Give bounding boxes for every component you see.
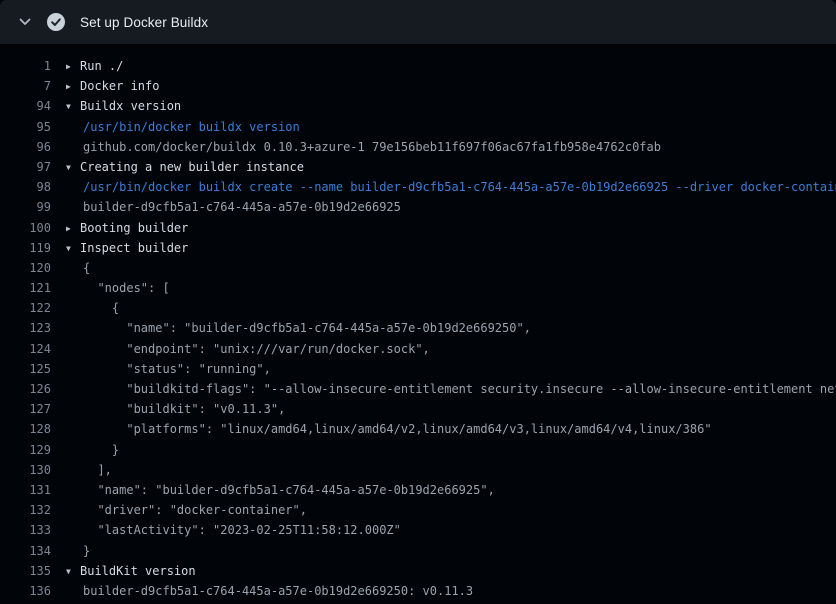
line-number[interactable]: 119: [0, 238, 51, 258]
log-text: github.com/docker/buildx 0.10.3+azure-1 …: [66, 137, 661, 157]
group-collapsed-icon[interactable]: ▶: [66, 77, 80, 97]
group-collapsed-icon[interactable]: ▶: [66, 219, 80, 239]
log-text: {: [66, 258, 90, 278]
log-line: 130 ],: [0, 460, 836, 480]
line-number[interactable]: 100: [0, 218, 51, 238]
line-number[interactable]: 98: [0, 177, 51, 197]
log-line: 99 builder-d9cfb5a1-c764-445a-a57e-0b19d2…: [0, 197, 836, 217]
log-text: "driver": "docker-container",: [66, 500, 307, 520]
group-expanded-icon[interactable]: ▼: [66, 562, 80, 582]
line-number[interactable]: 134: [0, 541, 51, 561]
line-number[interactable]: 123: [0, 318, 51, 338]
group-expanded-icon[interactable]: ▼: [66, 97, 80, 117]
log-text: }: [66, 440, 119, 460]
line-number[interactable]: 122: [0, 298, 51, 318]
log-group-header[interactable]: ▼Inspect builder: [66, 238, 188, 258]
log-text: "buildkitd-flags": "--allow-insecure-ent…: [66, 379, 836, 399]
log-line: 129 }: [0, 440, 836, 460]
line-number[interactable]: 121: [0, 278, 51, 298]
log-line: 96 github.com/docker/buildx 0.10.3+azure-…: [0, 137, 836, 157]
log-line: 95/usr/bin/docker buildx version: [0, 117, 836, 137]
log-text: "endpoint": "unix:///var/run/docker.sock…: [66, 339, 430, 359]
actions-log-step: Set up Docker Buildx 1 ▶Run ./ 7 ▶Docker in…: [0, 0, 836, 604]
log-line: 98/usr/bin/docker buildx create --name b…: [0, 177, 836, 197]
log-text: "name": "builder-d9cfb5a1-c764-445a-a57e…: [66, 318, 531, 338]
log-line: 134}: [0, 541, 836, 561]
check-circle-icon: [46, 12, 66, 32]
line-number[interactable]: 7: [0, 76, 51, 96]
line-number[interactable]: 133: [0, 520, 51, 540]
log-line: 133 "lastActivity": "2023-02-25T11:58:12…: [0, 520, 836, 540]
log-group-header[interactable]: ▶Booting builder: [66, 218, 188, 238]
log-line: 126 "buildkitd-flags": "--allow-insecure…: [0, 379, 836, 399]
log-text: "name": "builder-d9cfb5a1-c764-445a-a57e…: [66, 480, 495, 500]
log-line: 121 "nodes": [: [0, 278, 836, 298]
log-group-header[interactable]: ▼Creating a new builder instance: [66, 157, 304, 177]
line-number[interactable]: 97: [0, 157, 51, 177]
log-text: "status": "running",: [66, 359, 271, 379]
log-line: 128 "platforms": "linux/amd64,linux/amd6…: [0, 419, 836, 439]
log-line: 123 "name": "builder-d9cfb5a1-c764-445a-…: [0, 318, 836, 338]
line-number[interactable]: 99: [0, 197, 51, 217]
log-line: 135 ▼BuildKit version: [0, 561, 836, 581]
log-group-header[interactable]: ▶Run ./: [66, 56, 123, 76]
line-number[interactable]: 94: [0, 96, 51, 116]
log-line: 127 "buildkit": "v0.11.3",: [0, 399, 836, 419]
log-line: 119 ▼Inspect builder: [0, 238, 836, 258]
line-number[interactable]: 128: [0, 419, 51, 439]
log-text: "nodes": [: [66, 278, 170, 298]
log-line: 1 ▶Run ./: [0, 56, 836, 76]
line-number[interactable]: 129: [0, 440, 51, 460]
log-line: 97 ▼Creating a new builder instance: [0, 157, 836, 177]
log-group-header[interactable]: ▶Docker info: [66, 76, 159, 96]
log-output: 1▶Run ./7▶Docker info94▼Buildx version95…: [0, 44, 836, 601]
log-text: "lastActivity": "2023-02-25T11:58:12.000…: [66, 520, 401, 540]
line-number[interactable]: 130: [0, 460, 51, 480]
line-number[interactable]: 136: [0, 581, 51, 601]
log-line: 7 ▶Docker info: [0, 76, 836, 96]
step-title: Set up Docker Buildx: [80, 15, 208, 30]
group-collapsed-icon[interactable]: ▶: [66, 57, 80, 77]
log-line: 131 "name": "builder-d9cfb5a1-c764-445a-…: [0, 480, 836, 500]
line-number[interactable]: 125: [0, 359, 51, 379]
chevron-down-icon[interactable]: [12, 9, 38, 35]
log-text: /usr/bin/docker buildx version: [66, 117, 300, 137]
log-line: 100 ▶Booting builder: [0, 218, 836, 238]
line-number[interactable]: 95: [0, 117, 51, 137]
line-number[interactable]: 96: [0, 137, 51, 157]
log-line: 132 "driver": "docker-container",: [0, 500, 836, 520]
log-text: }: [66, 541, 90, 561]
line-number[interactable]: 124: [0, 339, 51, 359]
log-group-header[interactable]: ▼Buildx version: [66, 96, 181, 116]
log-line: 122 {: [0, 298, 836, 318]
line-number[interactable]: 1: [0, 56, 51, 76]
log-text: builder-d9cfb5a1-c764-445a-a57e-0b19d2e6…: [66, 197, 401, 217]
line-number[interactable]: 135: [0, 561, 51, 581]
log-text: builder-d9cfb5a1-c764-445a-a57e-0b19d2e6…: [66, 581, 473, 601]
log-group-header[interactable]: ▼BuildKit version: [66, 561, 196, 581]
step-header[interactable]: Set up Docker Buildx: [0, 0, 836, 44]
log-text: "platforms": "linux/amd64,linux/amd64/v2…: [66, 419, 712, 439]
log-text: ],: [66, 460, 112, 480]
log-line: 125 "status": "running",: [0, 359, 836, 379]
log-text: /usr/bin/docker buildx create --name bui…: [66, 177, 836, 197]
log-text: {: [66, 298, 119, 318]
log-line: 124 "endpoint": "unix:///var/run/docker.…: [0, 339, 836, 359]
line-number[interactable]: 126: [0, 379, 51, 399]
group-expanded-icon[interactable]: ▼: [66, 158, 80, 178]
log-line: 136 builder-d9cfb5a1-c764-445a-a57e-0b19d…: [0, 581, 836, 601]
line-number[interactable]: 120: [0, 258, 51, 278]
log-line: 94 ▼Buildx version: [0, 96, 836, 116]
group-expanded-icon[interactable]: ▼: [66, 239, 80, 259]
line-number[interactable]: 131: [0, 480, 51, 500]
log-line: 120 {: [0, 258, 836, 278]
line-number[interactable]: 132: [0, 500, 51, 520]
log-text: "buildkit": "v0.11.3",: [66, 399, 285, 419]
line-number[interactable]: 127: [0, 399, 51, 419]
